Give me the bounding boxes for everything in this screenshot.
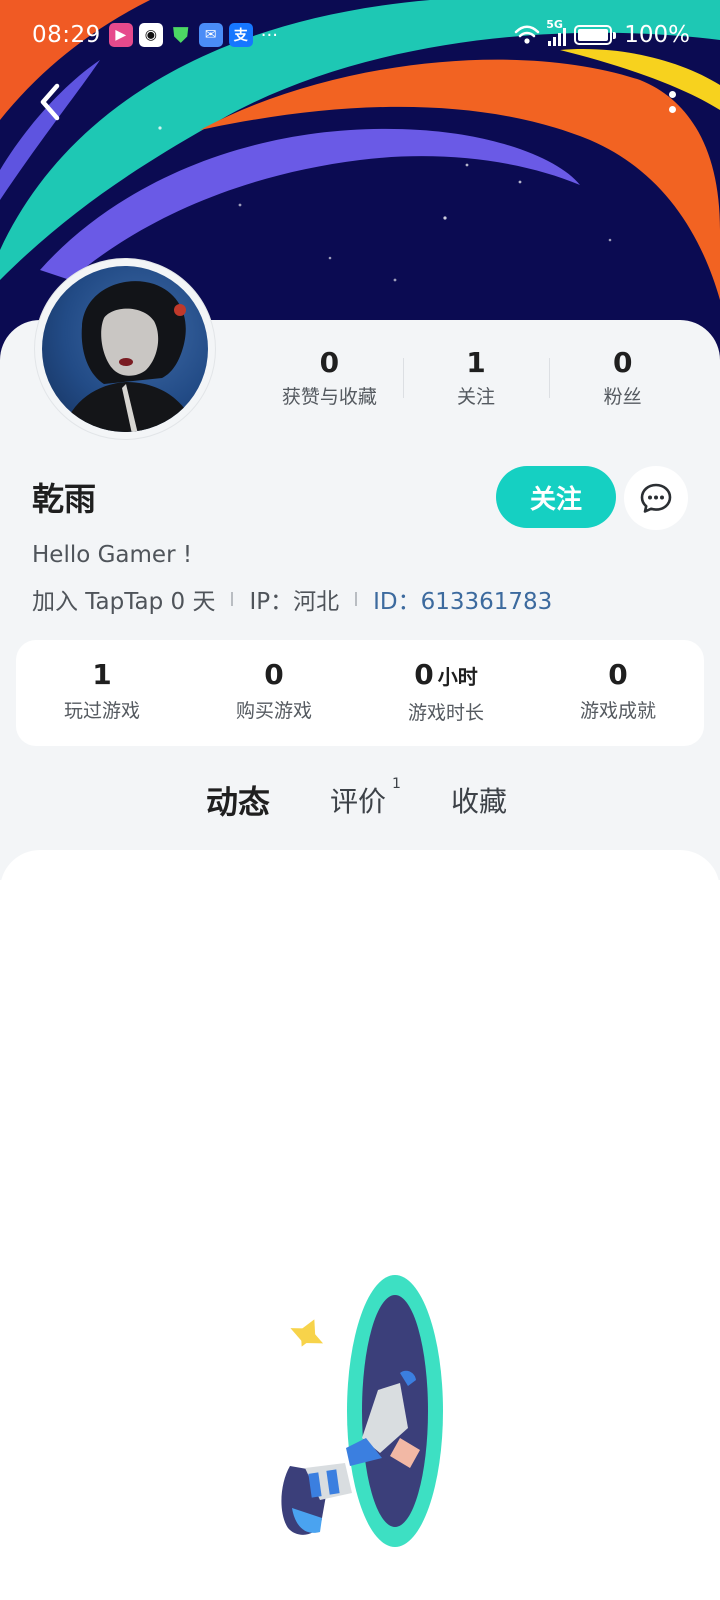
chevron-left-icon <box>40 83 60 121</box>
battery-percent: 100% <box>624 22 690 48</box>
ip-location: IP：河北 <box>249 589 340 615</box>
empty-state-illustration <box>281 1275 443 1547</box>
message-button[interactable] <box>624 466 688 530</box>
avatar-image <box>42 266 208 432</box>
status-time: 08:29 <box>32 22 101 48</box>
profile-name: 乾雨 <box>32 480 97 518</box>
more-options-button[interactable] <box>662 84 682 120</box>
profile-bio: Hello Gamer ! <box>32 542 193 568</box>
avatar[interactable] <box>34 258 216 440</box>
tab-badge: 1 <box>392 776 401 792</box>
stat-followers[interactable]: 0 粉丝 <box>549 340 696 420</box>
tab-reviews[interactable]: 评价1 <box>330 776 401 820</box>
profile-tabs: 动态 评价1 收藏 <box>0 776 720 840</box>
status-bar: 08:29 ▶ ◉ ⛊ ✉ 支 ··· 5G 100% <box>0 0 720 70</box>
battery-icon <box>574 25 617 45</box>
stat-following[interactable]: 1 关注 <box>402 340 550 420</box>
profile-meta: 加入 TapTap 0 天 IP：河北 ID：613361783 <box>32 582 552 616</box>
shield-icon: ⛊ <box>173 23 189 47</box>
stat-achievements[interactable]: 0 游戏成就 <box>532 640 704 746</box>
stat-likes[interactable]: 0 获赞与收藏 <box>256 340 403 420</box>
more-notifications-icon: ··· <box>260 24 278 46</box>
user-id[interactable]: ID：613361783 <box>373 582 552 616</box>
tab-moments[interactable]: 动态 <box>206 777 270 823</box>
tab-favorites[interactable]: 收藏 <box>451 780 507 820</box>
alipay-icon: 支 <box>228 23 253 47</box>
cell-signal-icon: 5G <box>546 18 567 46</box>
stat-games-purchased[interactable]: 0 购买游戏 <box>188 640 360 746</box>
notification-icons: ▶ ◉ ⛊ ✉ 支 ··· <box>108 23 278 47</box>
social-stats: 0 获赞与收藏 1 关注 0 粉丝 <box>256 340 696 420</box>
follow-button[interactable]: 关注 <box>496 466 616 528</box>
join-days: 加入 TapTap 0 天 <box>32 589 216 615</box>
tab-content <box>0 850 720 1600</box>
wifi-icon <box>514 25 540 44</box>
stat-play-time[interactable]: 0 小时 游戏时长 <box>360 640 532 746</box>
divider <box>231 592 234 606</box>
qq-icon: ◉ <box>138 23 163 47</box>
stat-games-played[interactable]: 1 玩过游戏 <box>16 640 188 746</box>
video-app-icon: ▶ <box>108 23 133 47</box>
back-button[interactable] <box>28 80 72 124</box>
divider <box>355 592 358 606</box>
chat-bubble-icon <box>640 483 672 513</box>
mail-icon: ✉ <box>198 23 223 47</box>
game-stats-card: 1 玩过游戏 0 购买游戏 0 小时 游戏时长 0 游戏成就 <box>16 640 704 746</box>
avatar-portrait <box>62 281 197 432</box>
